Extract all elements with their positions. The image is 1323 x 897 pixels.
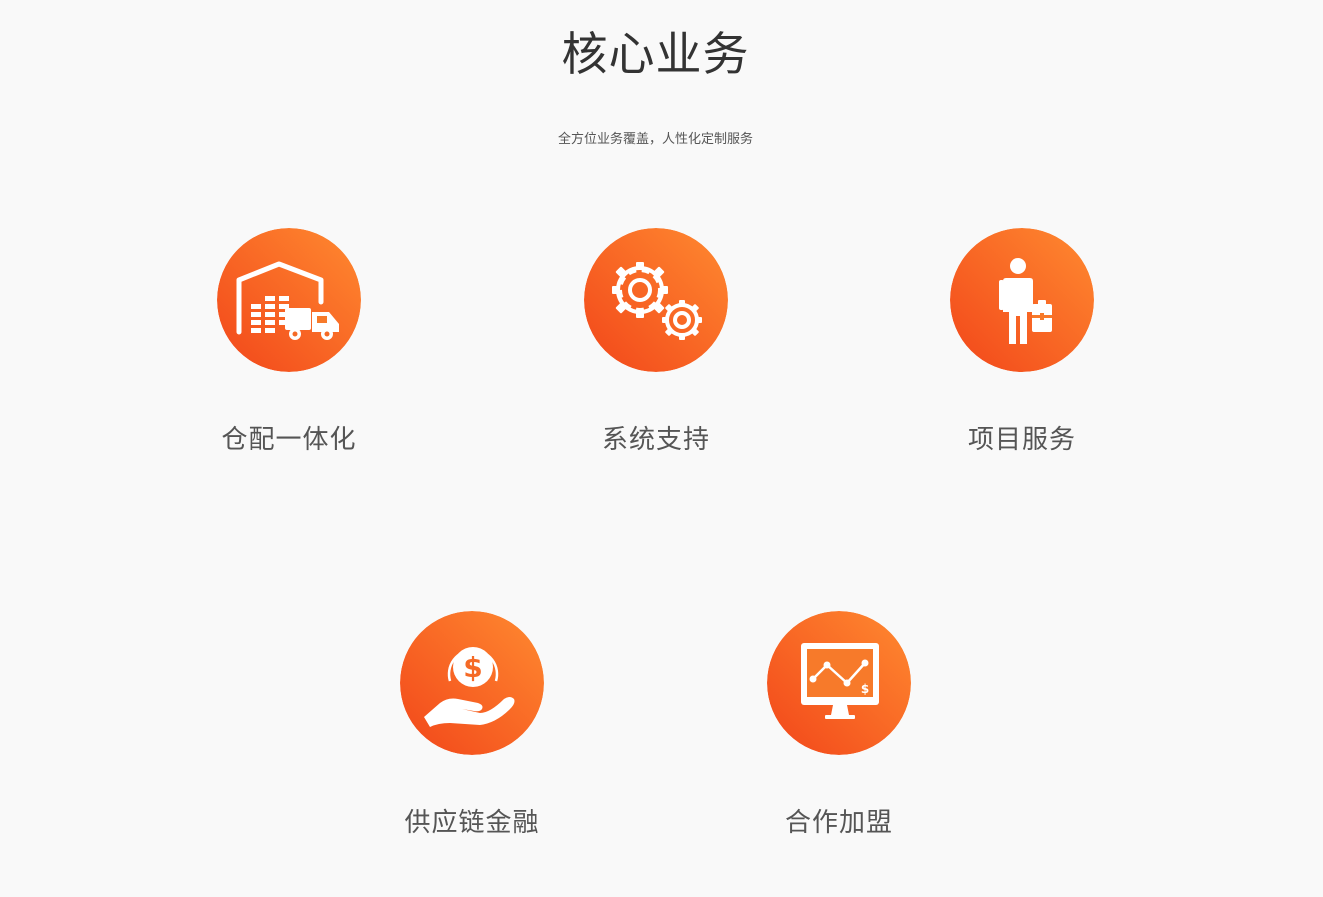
service-icon-circle[interactable] [217, 228, 361, 372]
gears-icon [584, 228, 728, 372]
service-franchise[interactable]: $ 合作加盟 [719, 611, 959, 841]
service-label[interactable]: 项目服务 [902, 422, 1142, 458]
section-title: 核心业务 [561, 27, 750, 81]
service-label[interactable]: 合作加盟 [719, 805, 959, 841]
service-label[interactable]: 供应链金融 [352, 805, 592, 841]
service-label[interactable]: 系统支持 [536, 422, 776, 458]
service-icon-circle[interactable] [950, 228, 1094, 372]
svg-text:$: $ [463, 651, 482, 684]
service-icon-circle[interactable] [584, 228, 728, 372]
svg-text:$: $ [861, 682, 869, 696]
service-warehouse-delivery[interactable]: 仓配一体化 [169, 228, 409, 458]
monitor-chart-icon: $ [767, 611, 911, 755]
service-label[interactable]: 仓配一体化 [169, 422, 409, 458]
hand-coin-icon: $ [400, 611, 544, 755]
service-icon-circle[interactable]: $ [400, 611, 544, 755]
warehouse-truck-icon [217, 228, 361, 372]
service-icon-circle[interactable]: $ [767, 611, 911, 755]
service-supply-chain-finance[interactable]: $ 供应链金融 [352, 611, 592, 841]
service-project[interactable]: 项目服务 [902, 228, 1142, 458]
section-subtitle: 全方位业务覆盖，人性化定制服务 [557, 132, 753, 147]
businessman-briefcase-icon [950, 228, 1094, 372]
service-system-support[interactable]: 系统支持 [536, 228, 776, 458]
